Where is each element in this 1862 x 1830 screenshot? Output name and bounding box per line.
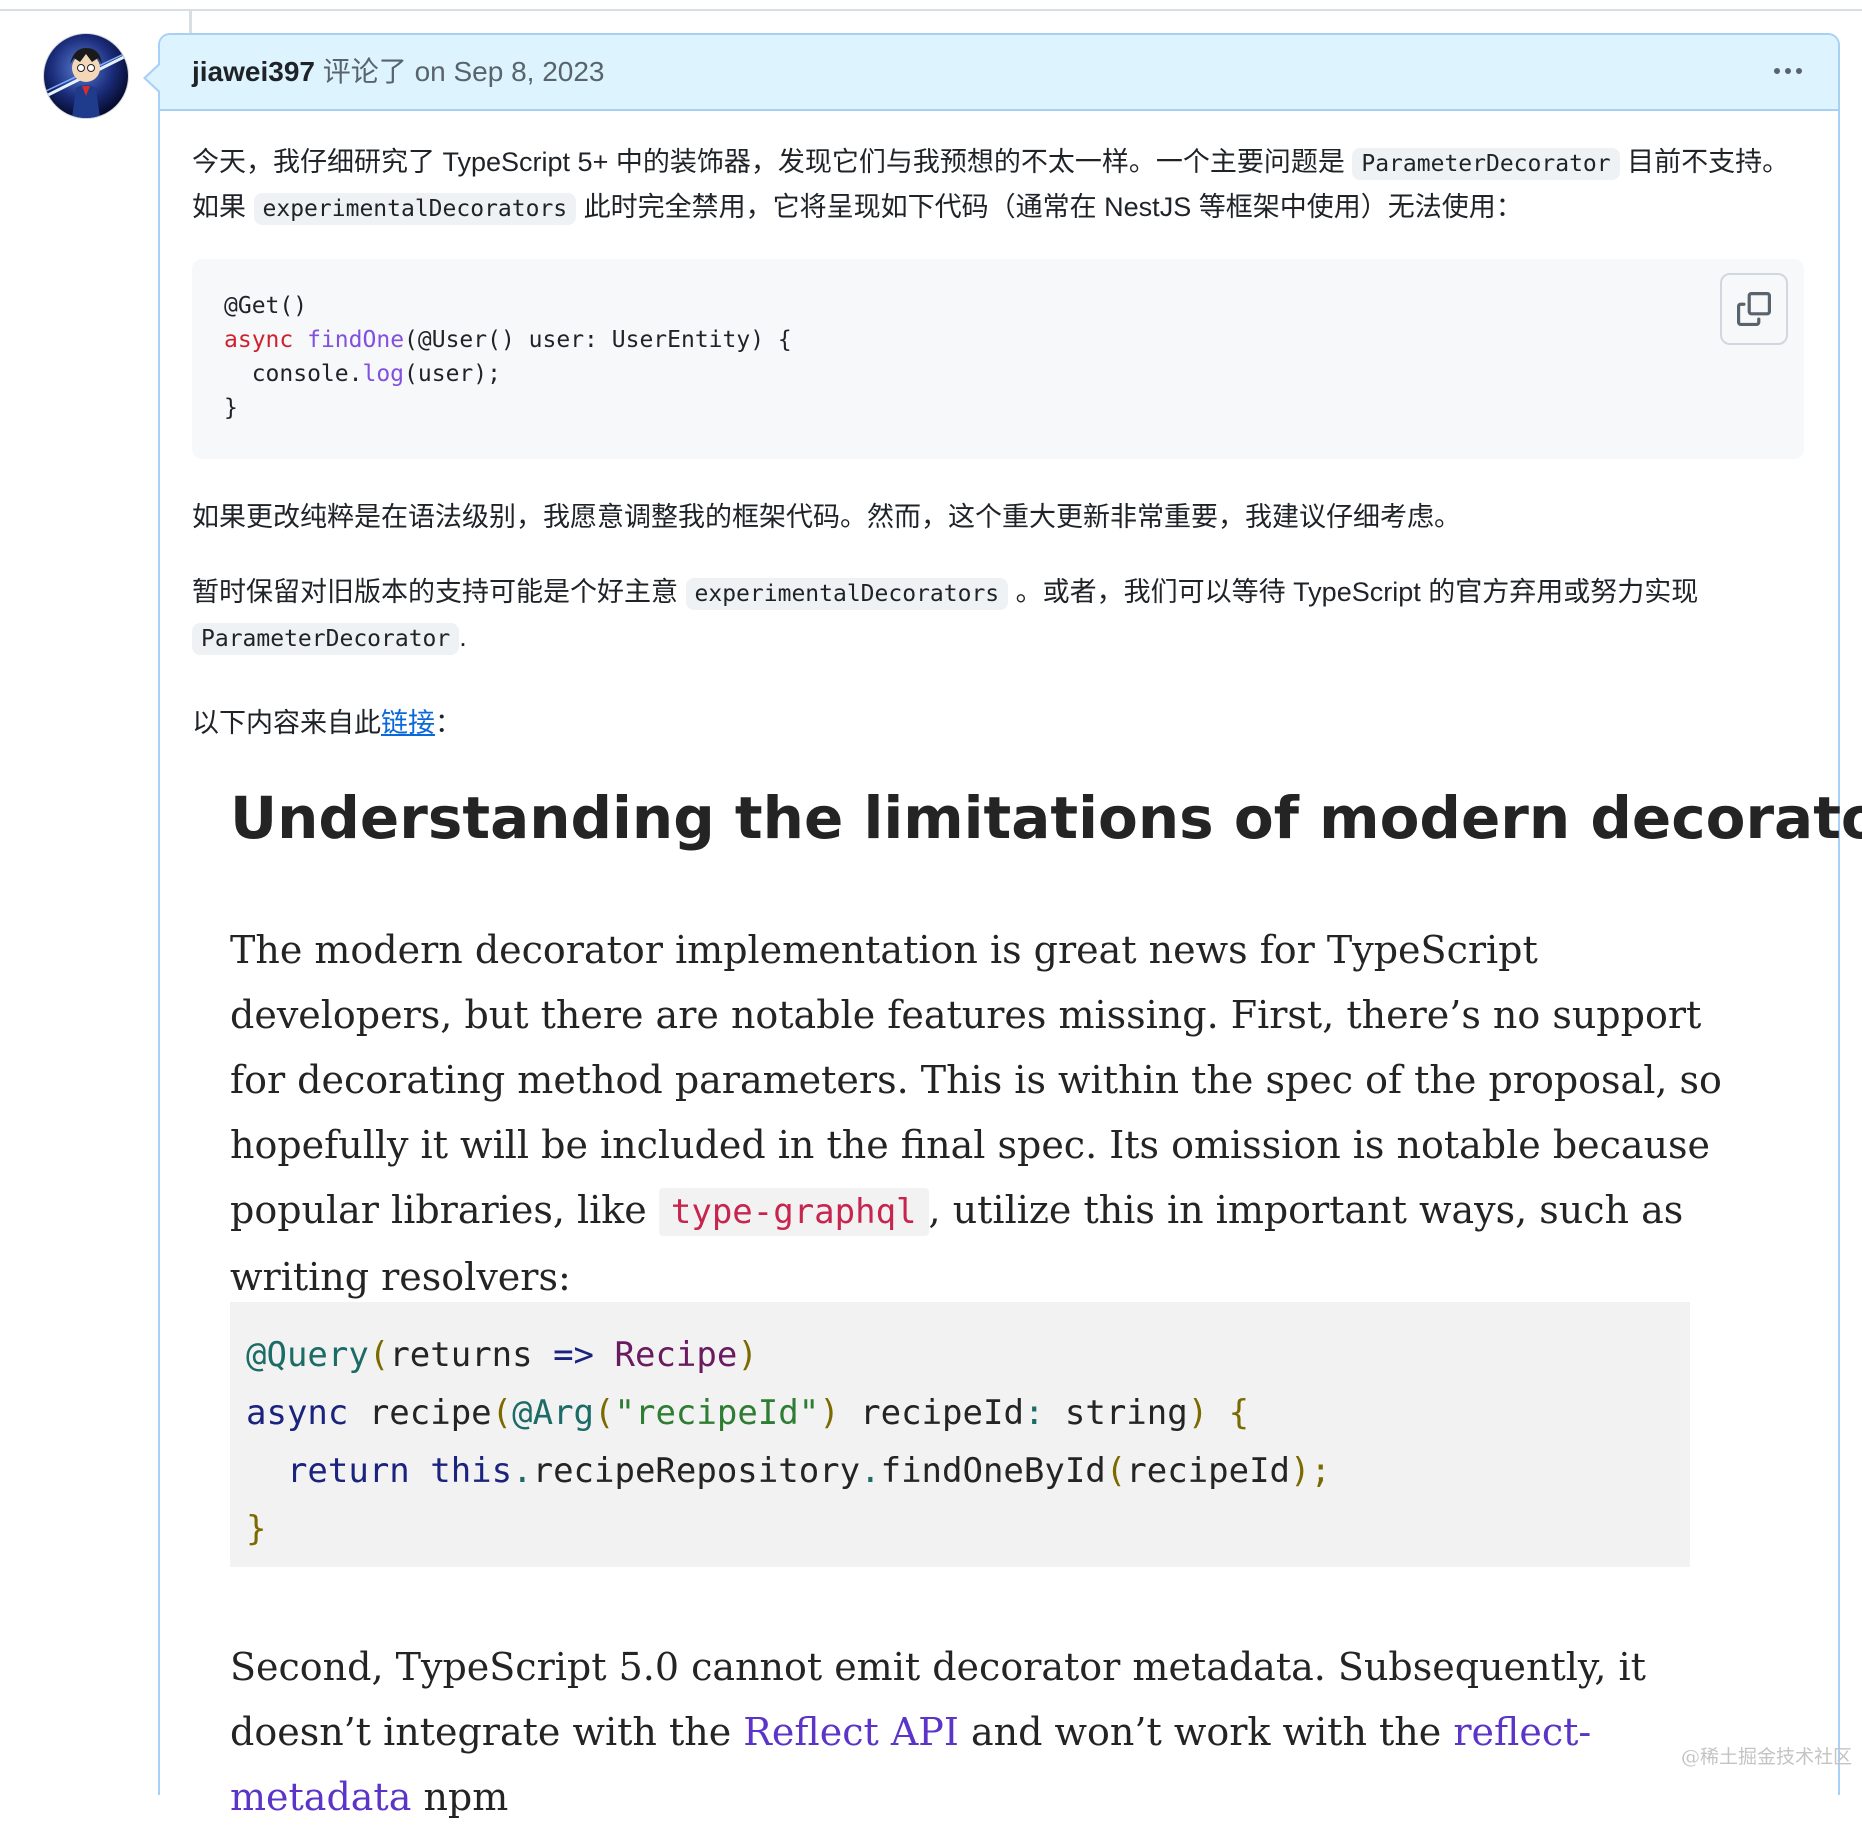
comment-header: jiawei397 评论了 on Sep 8, 2023 bbox=[160, 35, 1838, 111]
copy-code-button[interactable] bbox=[1720, 273, 1788, 345]
code-content: @Get() async findOne(@User() user: UserE… bbox=[224, 293, 792, 421]
timeline-top-rule bbox=[0, 9, 1862, 11]
more-options-button[interactable] bbox=[1768, 53, 1808, 89]
comment-date[interactable]: on Sep 8, 2023 bbox=[415, 56, 605, 87]
inline-code: experimentalDecorators bbox=[253, 193, 577, 225]
watermark: @稀土掘金技术社区 bbox=[1680, 1746, 1852, 1768]
comment-pointer-fill bbox=[146, 65, 160, 91]
quoted-paragraph-2: Second, TypeScript 5.0 cannot emit decor… bbox=[230, 1645, 1646, 1819]
quoted-code-content: @Query(returns => Recipe) async recipe(@… bbox=[246, 1335, 1331, 1549]
inline-code: type-graphql bbox=[658, 1188, 929, 1236]
quoted-code-block: @Query(returns => Recipe) async recipe(@… bbox=[230, 1302, 1690, 1567]
comment-meta: jiawei397 评论了 on Sep 8, 2023 bbox=[192, 53, 605, 91]
comment-paragraph-2: 如果更改纯粹是在语法级别，我愿意调整我的框架代码。然而，这个重大更新非常重要，我… bbox=[192, 502, 1461, 532]
quoted-paragraph-1: The modern decorator implementation is g… bbox=[230, 928, 1722, 1299]
inline-code: ParameterDecorator bbox=[192, 623, 460, 655]
inline-code: experimentalDecorators bbox=[685, 578, 1009, 610]
code-block: @Get() async findOne(@User() user: UserE… bbox=[192, 259, 1804, 459]
comment-card: jiawei397 评论了 on Sep 8, 2023 今天，我仔细研究了 T… bbox=[158, 33, 1862, 1819]
inline-code: ParameterDecorator bbox=[1352, 148, 1620, 180]
kebab-horizontal-icon bbox=[1774, 68, 1780, 74]
comment-paragraph-1: 今天，我仔细研究了 TypeScript 5+ 中的装饰器，发现它们与我预想的不… bbox=[192, 141, 1812, 231]
comment-paragraph-3: 暂时保留对旧版本的支持可能是个好主意 experimentalDecorator… bbox=[192, 571, 1812, 661]
comment-action: 评论了 bbox=[322, 56, 407, 87]
comment-paragraph-4: 以下内容来自此链接： bbox=[192, 708, 462, 738]
author-link[interactable]: jiawei397 bbox=[192, 56, 315, 87]
source-link[interactable]: 链接 bbox=[381, 708, 435, 738]
quoted-heading: Understanding the limitations of modern … bbox=[230, 784, 1862, 852]
reflect-api-link[interactable]: Reflect API bbox=[743, 1710, 959, 1754]
avatar-image bbox=[44, 48, 128, 118]
avatar[interactable] bbox=[43, 33, 129, 119]
copy-icon bbox=[1737, 292, 1771, 326]
